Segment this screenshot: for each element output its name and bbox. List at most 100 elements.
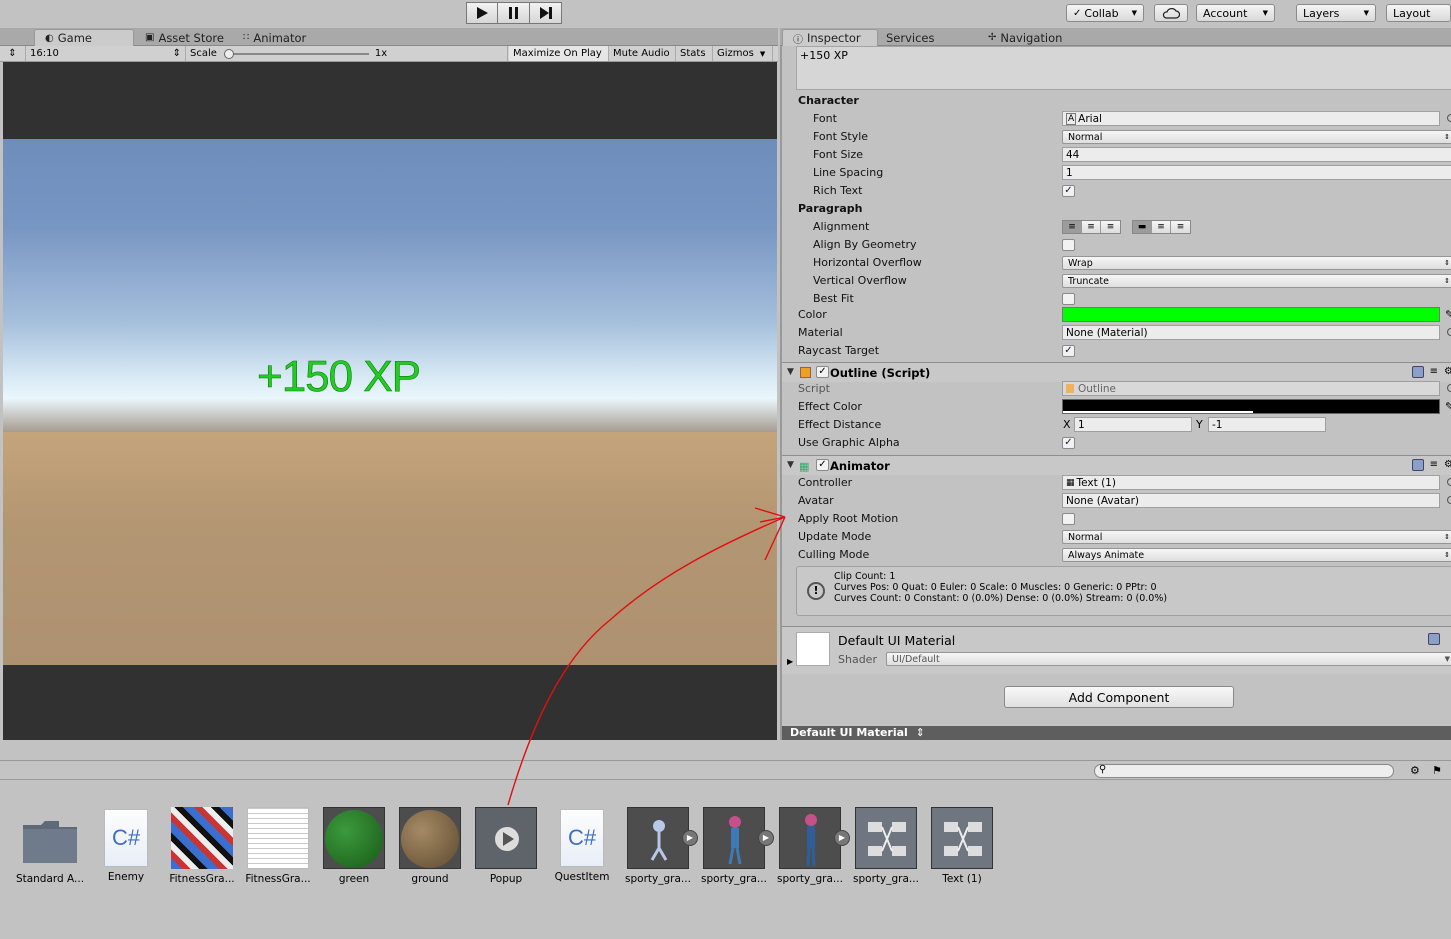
font-style-dropdown[interactable]: Normal ⇕ bbox=[1062, 130, 1451, 144]
asset-item[interactable]: sporty_gra... bbox=[848, 807, 924, 885]
object-picker-icon[interactable] bbox=[1447, 328, 1451, 336]
asset-item[interactable]: ▶ sporty_gra... bbox=[620, 807, 698, 885]
mute-audio-toggle[interactable]: Mute Audio bbox=[609, 46, 676, 61]
raycast-target-label: Raycast Target bbox=[798, 344, 880, 357]
help-book-icon[interactable] bbox=[1428, 633, 1440, 645]
gizmos-dropdown[interactable]: Gizmos ▼ bbox=[713, 46, 773, 61]
expand-triangle-icon[interactable]: ▼ bbox=[787, 460, 794, 470]
asset-item[interactable]: FitnessGra... bbox=[164, 807, 240, 885]
use-graphic-alpha-checkbox[interactable]: ✓ bbox=[1062, 437, 1075, 449]
color-field[interactable] bbox=[1062, 307, 1440, 322]
add-component-button[interactable]: Add Component bbox=[1004, 686, 1234, 708]
animator-icon: ▦ bbox=[799, 460, 810, 473]
outline-component-header[interactable]: ▼ ✓ Outline (Script) ≡ ⚙ bbox=[782, 362, 1451, 382]
script-field: Outline bbox=[1062, 381, 1440, 396]
asset-item[interactable]: FitnessGra... bbox=[240, 807, 316, 885]
gear-icon[interactable]: ⚙ bbox=[1444, 459, 1451, 471]
line-spacing-field[interactable]: 1 bbox=[1062, 165, 1451, 180]
expand-triangle-icon[interactable]: ▶ bbox=[787, 657, 793, 666]
scale-slider-handle[interactable] bbox=[223, 48, 234, 59]
display-selector[interactable]: ⇕ bbox=[0, 46, 26, 61]
help-book-icon[interactable] bbox=[1411, 459, 1424, 471]
rich-text-checkbox[interactable]: ✓ bbox=[1062, 185, 1075, 197]
apply-root-motion-checkbox[interactable] bbox=[1062, 513, 1075, 525]
best-fit-checkbox[interactable] bbox=[1062, 293, 1075, 305]
tab-services[interactable]: Services bbox=[876, 29, 972, 46]
asset-item[interactable]: Standard A... bbox=[12, 807, 88, 885]
horizontal-overflow-dropdown[interactable]: Wrap ⇕ bbox=[1062, 256, 1451, 270]
aspect-dropdown[interactable]: 16:10 ⇕ bbox=[26, 46, 186, 61]
align-left-button[interactable]: ≡ bbox=[1063, 221, 1082, 233]
asset-item[interactable]: Text (1) bbox=[924, 807, 1000, 885]
raycast-target-checkbox[interactable]: ✓ bbox=[1062, 345, 1075, 357]
eyedropper-icon[interactable]: ✎ bbox=[1445, 400, 1451, 413]
settings-sliders-icon[interactable]: ≡ bbox=[1430, 459, 1438, 471]
asset-item[interactable]: ▶ sporty_gra... bbox=[772, 807, 850, 885]
cloud-button[interactable] bbox=[1154, 4, 1188, 22]
align-center-button[interactable]: ≡ bbox=[1082, 221, 1101, 233]
asset-item[interactable]: ground bbox=[392, 807, 468, 885]
update-mode-dropdown[interactable]: Normal ⇕ bbox=[1062, 530, 1451, 544]
scale-slider[interactable] bbox=[223, 48, 369, 59]
filter-type-icon[interactable]: ⚙ bbox=[1410, 764, 1420, 777]
shader-dropdown[interactable]: UI/Default ▼ bbox=[886, 652, 1451, 666]
controller-field[interactable]: ▦ Text (1) bbox=[1062, 475, 1440, 490]
layers-dropdown[interactable]: Layers ▼ bbox=[1296, 4, 1376, 22]
font-style-value: Normal bbox=[1068, 131, 1103, 143]
stats-toggle[interactable]: Stats bbox=[676, 46, 713, 61]
play-button[interactable] bbox=[466, 2, 498, 24]
vertical-overflow-dropdown[interactable]: Truncate ⇕ bbox=[1062, 274, 1451, 288]
align-middle-button[interactable]: ≡ bbox=[1152, 221, 1171, 233]
animator-component-header[interactable]: ▼ ▦ ✓ Animator ≡ ⚙ bbox=[782, 455, 1451, 475]
asset-item[interactable]: ▶ sporty_gra... bbox=[696, 807, 774, 885]
apply-root-motion-label: Apply Root Motion bbox=[798, 512, 899, 525]
expand-triangle-icon[interactable]: ▼ bbox=[787, 367, 794, 377]
material-field[interactable]: None (Material) bbox=[1062, 325, 1440, 340]
cloud-icon bbox=[1162, 8, 1180, 19]
align-right-button[interactable]: ≡ bbox=[1101, 221, 1120, 233]
asset-item[interactable]: green bbox=[316, 807, 392, 885]
animator-enabled-checkbox[interactable]: ✓ bbox=[816, 459, 829, 471]
effect-distance-y-field[interactable]: -1 bbox=[1208, 417, 1326, 432]
preview-header[interactable]: Default UI Material ⇕ bbox=[782, 726, 1451, 740]
tab-animator[interactable]: ∷ Animator bbox=[233, 29, 323, 46]
tab-navigation[interactable]: ✢ Navigation bbox=[978, 29, 1088, 46]
avatar-field[interactable]: None (Avatar) bbox=[1062, 493, 1440, 508]
font-field[interactable]: A Arial bbox=[1062, 111, 1440, 126]
filter-label-icon[interactable]: ⚑ bbox=[1432, 764, 1442, 777]
tab-inspector[interactable]: ⓘ Inspector bbox=[782, 29, 878, 46]
align-by-geometry-checkbox[interactable] bbox=[1062, 239, 1075, 251]
asset-item[interactable]: Popup bbox=[468, 807, 544, 885]
gear-icon[interactable]: ⚙ bbox=[1444, 366, 1451, 378]
font-style-label: Font Style bbox=[813, 130, 869, 143]
step-button[interactable] bbox=[530, 2, 562, 24]
chevron-updown-icon: ⇕ bbox=[1444, 533, 1450, 541]
culling-mode-dropdown[interactable]: Always Animate ⇕ bbox=[1062, 548, 1451, 562]
project-search-input[interactable]: ⚲ bbox=[1094, 764, 1394, 778]
align-top-button[interactable]: ▬ bbox=[1133, 221, 1152, 233]
font-size-field[interactable]: 44 bbox=[1062, 147, 1451, 162]
tab-game[interactable]: ◐ Game bbox=[34, 29, 134, 46]
help-book-icon[interactable] bbox=[1411, 366, 1424, 378]
object-picker-icon[interactable] bbox=[1447, 478, 1451, 486]
object-picker-icon[interactable] bbox=[1447, 496, 1451, 504]
text-input-area[interactable]: +150 XP bbox=[796, 46, 1451, 90]
game-viewport[interactable]: +150 XP bbox=[3, 62, 777, 740]
settings-sliders-icon[interactable]: ≡ bbox=[1430, 366, 1438, 378]
eyedropper-icon[interactable]: ✎ bbox=[1445, 308, 1451, 321]
account-dropdown[interactable]: Account ▼ bbox=[1196, 4, 1275, 22]
effect-color-field[interactable] bbox=[1062, 399, 1440, 414]
pause-button[interactable] bbox=[498, 2, 530, 24]
align-bottom-button[interactable]: ≡ bbox=[1171, 221, 1190, 233]
collab-button[interactable]: ✓ Collab ▼ bbox=[1066, 4, 1144, 22]
effect-distance-x-field[interactable]: 1 bbox=[1074, 417, 1192, 432]
asset-name: FitnessGra... bbox=[169, 873, 235, 885]
tab-asset-store[interactable]: ▣ Asset Store bbox=[135, 29, 235, 46]
asset-item[interactable]: C# QuestItem bbox=[544, 807, 620, 883]
asset-name: sporty_gra... bbox=[777, 873, 843, 885]
layout-dropdown[interactable]: Layout bbox=[1386, 4, 1451, 22]
outline-enabled-checkbox[interactable]: ✓ bbox=[816, 366, 829, 378]
asset-item[interactable]: C# Enemy bbox=[88, 807, 164, 883]
object-picker-icon[interactable] bbox=[1447, 114, 1451, 122]
maximize-on-play-toggle[interactable]: Maximize On Play bbox=[509, 46, 609, 61]
